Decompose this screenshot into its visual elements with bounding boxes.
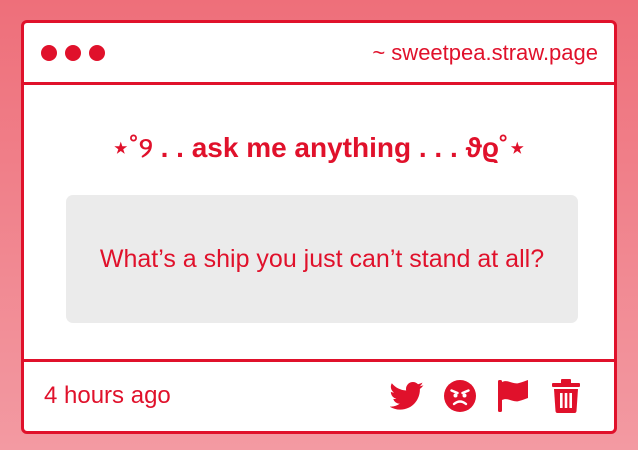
question-text: What’s a ship you just can’t stand at al… xyxy=(99,245,545,273)
window-dots xyxy=(41,45,105,61)
timestamp: 4 hours ago xyxy=(44,382,171,409)
flag-icon xyxy=(497,379,528,412)
question-box: What’s a ship you just can’t stand at al… xyxy=(66,195,578,323)
card-footer: 4 hours ago xyxy=(24,359,614,431)
trash-icon xyxy=(551,378,580,413)
block-button[interactable] xyxy=(442,378,477,413)
page-title: ⋆˚୨ . . ask me anything . . . ϑϱ˚⋆ xyxy=(112,132,526,163)
window-dot-1 xyxy=(41,45,57,61)
window-titlebar: ~ sweetpea.straw.page xyxy=(24,23,614,85)
page-url: ~ sweetpea.straw.page xyxy=(372,40,598,65)
twitter-icon xyxy=(389,381,423,410)
action-bar xyxy=(389,378,583,413)
window-dot-2 xyxy=(65,45,81,61)
report-button[interactable] xyxy=(495,378,530,413)
twitter-share-button[interactable] xyxy=(389,378,424,413)
angry-face-icon xyxy=(443,379,476,412)
question-card: ~ sweetpea.straw.page ⋆˚୨ . . ask me any… xyxy=(21,20,617,434)
delete-button[interactable] xyxy=(548,378,583,413)
window-dot-3 xyxy=(89,45,105,61)
